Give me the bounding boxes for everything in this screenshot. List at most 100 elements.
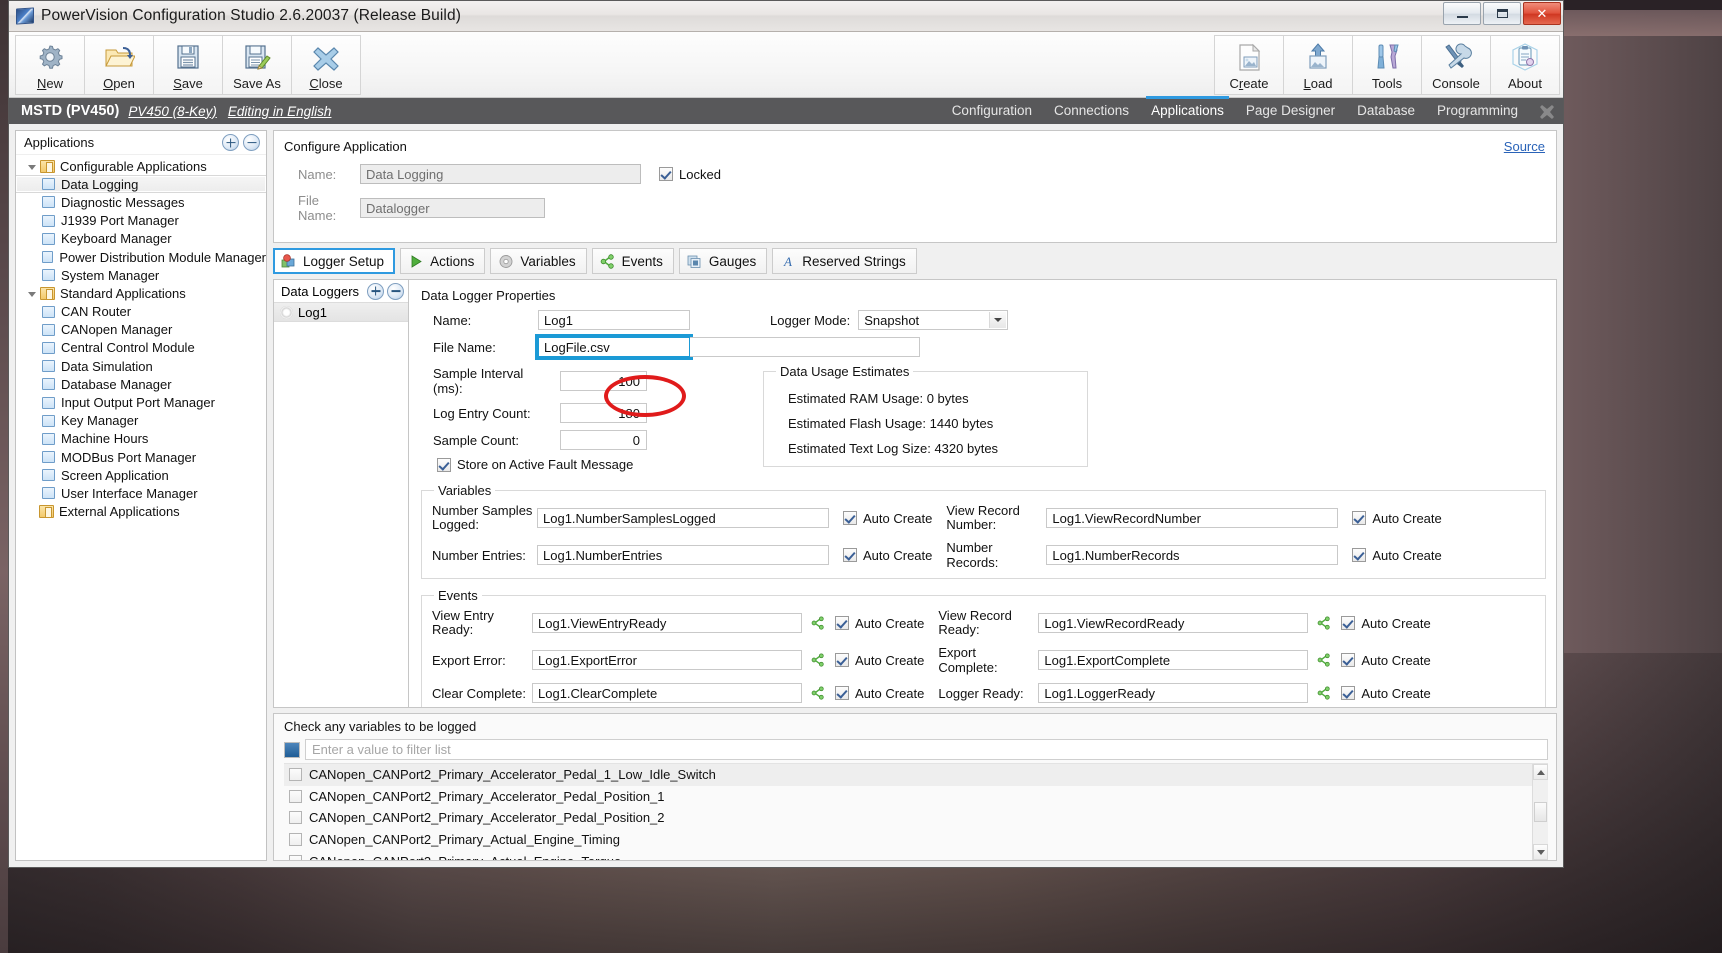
open-button[interactable]: Open	[84, 35, 154, 95]
remove-application-button[interactable]	[243, 134, 260, 151]
logger-list-item-log1[interactable]: Log1	[274, 302, 408, 322]
variable-checkbox[interactable]	[289, 768, 302, 782]
link-node-icon[interactable]	[1317, 616, 1332, 630]
tree-item-central-control-module[interactable]: Central Control Module	[16, 339, 266, 357]
tab-gauges[interactable]: Gauges	[678, 248, 768, 274]
nav-item-connections[interactable]: Connections	[1053, 100, 1130, 122]
nav-item-applications[interactable]: Applications	[1146, 96, 1229, 122]
number-records-auto-create-checkbox[interactable]	[1352, 548, 1367, 563]
chevron-down-icon[interactable]	[989, 312, 1007, 328]
export-error-auto-create-checkbox[interactable]	[835, 653, 849, 668]
number-entries-input[interactable]: Log1.NumberEntries	[537, 545, 829, 566]
remove-logger-button[interactable]	[387, 282, 404, 300]
tree-item-system-manager[interactable]: System Manager	[16, 266, 266, 284]
nav-item-database[interactable]: Database	[1356, 100, 1416, 122]
nav-close-icon[interactable]	[1539, 103, 1555, 119]
tree-item-keyboard-manager[interactable]: Keyboard Manager	[16, 230, 266, 248]
add-logger-button[interactable]	[367, 282, 384, 300]
variable-checkbox[interactable]	[289, 789, 302, 803]
logger-file-name-extra-field[interactable]	[690, 337, 920, 357]
locked-checkbox[interactable]	[659, 167, 673, 181]
tree-item-can-router[interactable]: CAN Router	[16, 303, 266, 321]
link-node-icon[interactable]	[1317, 653, 1332, 667]
save-as-button[interactable]: Save As	[222, 35, 292, 95]
store-on-fault-checkbox[interactable]	[437, 457, 451, 472]
new-button[interactable]: New	[15, 35, 85, 95]
source-link[interactable]: Source	[1504, 139, 1545, 154]
nav-item-programming[interactable]: Programming	[1436, 100, 1519, 122]
export-complete-input[interactable]: Log1.ExportComplete	[1038, 650, 1309, 671]
tree-item-database-manager[interactable]: Database Manager	[16, 375, 266, 393]
close-file-button[interactable]: Close	[291, 35, 361, 95]
view-entry-ready-input[interactable]: Log1.ViewEntryReady	[532, 613, 802, 634]
tree-item-key-manager[interactable]: Key Manager	[16, 412, 266, 430]
variable-list-scrollbar[interactable]	[1532, 764, 1548, 860]
tree-item-data-simulation[interactable]: Data Simulation	[16, 357, 266, 375]
load-button[interactable]: Load	[1283, 35, 1353, 95]
log-entry-count-input[interactable]: 180	[560, 403, 647, 423]
logger-file-name-input[interactable]: LogFile.csv	[535, 334, 693, 360]
number-records-input[interactable]: Log1.NumberRecords	[1046, 545, 1339, 566]
list-item[interactable]: CANopen_CANPort2_Primary_Actual_Engine_T…	[284, 829, 1548, 851]
number-entries-auto-create-checkbox[interactable]	[843, 548, 857, 563]
scrollbar-thumb[interactable]	[1534, 802, 1547, 822]
device-model-link[interactable]: PV450 (8-Key)	[128, 104, 217, 119]
tab-actions[interactable]: Actions	[400, 248, 486, 274]
sample-interval-input[interactable]: 100	[560, 371, 647, 391]
logger-ready-input[interactable]: Log1.LoggerReady	[1038, 683, 1309, 704]
list-item[interactable]: CANopen_CANPort2_Primary_Accelerator_Ped…	[284, 786, 1548, 808]
tree-item-input-output-port-manager[interactable]: Input Output Port Manager	[16, 393, 266, 411]
link-node-icon[interactable]	[811, 686, 826, 700]
variable-checkbox[interactable]	[289, 854, 302, 860]
tree-item-canopen-manager[interactable]: CANopen Manager	[16, 321, 266, 339]
create-button[interactable]: Create	[1214, 35, 1284, 95]
add-application-button[interactable]	[222, 134, 239, 151]
tree-item-machine-hours[interactable]: Machine Hours	[16, 430, 266, 448]
list-item[interactable]: CANopen_CANPort2_Primary_Accelerator_Ped…	[284, 764, 1548, 786]
close-button[interactable]: ✕	[1523, 2, 1561, 25]
clear-complete-auto-create-checkbox[interactable]	[835, 686, 849, 701]
tree-item-power-distribution-module-manager[interactable]: Power Distribution Module Manager	[16, 248, 266, 266]
view-record-number-input[interactable]: Log1.ViewRecordNumber	[1046, 508, 1339, 529]
about-button[interactable]: About	[1490, 35, 1560, 95]
tab-events[interactable]: Events	[591, 248, 674, 274]
tab-reserved-strings[interactable]: A Reserved Strings	[772, 248, 917, 274]
logger-mode-select[interactable]: Snapshot	[858, 310, 1009, 330]
tree-item-modbus-port-manager[interactable]: MODBus Port Manager	[16, 448, 266, 466]
number-samples-logged-auto-create-checkbox[interactable]	[843, 511, 857, 526]
view-record-ready-input[interactable]: Log1.ViewRecordReady	[1038, 613, 1309, 634]
clear-complete-input[interactable]: Log1.ClearComplete	[532, 683, 802, 704]
tree-item-diagnostic-messages[interactable]: Diagnostic Messages	[16, 193, 266, 211]
link-node-icon[interactable]	[811, 616, 826, 630]
nav-item-page-designer[interactable]: Page Designer	[1245, 100, 1336, 122]
variable-checkbox[interactable]	[289, 811, 302, 825]
maximize-button[interactable]	[1483, 2, 1521, 25]
sample-count-input[interactable]: 0	[560, 430, 647, 450]
scroll-up-button[interactable]	[1533, 764, 1548, 780]
list-item[interactable]: CANopen_CANPort2_Primary_Accelerator_Ped…	[284, 807, 1548, 829]
variable-filter-input[interactable]: Enter a value to filter list	[305, 739, 1548, 760]
tree-group-external-applications[interactable]: External Applications	[16, 503, 266, 521]
variable-checkbox[interactable]	[289, 833, 302, 847]
link-node-icon[interactable]	[1317, 686, 1332, 700]
tab-variables[interactable]: Variables	[490, 248, 587, 274]
editing-language-link[interactable]: Editing in English	[228, 104, 332, 119]
logger-ready-auto-create-checkbox[interactable]	[1341, 686, 1356, 701]
export-complete-auto-create-checkbox[interactable]	[1341, 653, 1356, 668]
tree-group-standard-applications[interactable]: Standard Applications	[16, 284, 266, 302]
nav-item-configuration[interactable]: Configuration	[951, 100, 1033, 122]
save-button[interactable]: Save	[153, 35, 223, 95]
scroll-down-button[interactable]	[1533, 844, 1548, 860]
tree-item-screen-application[interactable]: Screen Application	[16, 466, 266, 484]
view-record-number-auto-create-checkbox[interactable]	[1352, 511, 1367, 526]
tools-button[interactable]: Tools	[1352, 35, 1422, 95]
tree-item-data-logging[interactable]: Data Logging	[16, 175, 266, 194]
tree-item-j1939-port-manager[interactable]: J1939 Port Manager	[16, 212, 266, 230]
link-node-icon[interactable]	[811, 653, 826, 667]
view-entry-ready-auto-create-checkbox[interactable]	[835, 616, 849, 631]
select-all-checkbox[interactable]	[284, 741, 300, 758]
number-samples-logged-input[interactable]: Log1.NumberSamplesLogged	[537, 508, 829, 529]
export-error-input[interactable]: Log1.ExportError	[532, 650, 802, 671]
tree-item-user-interface-manager[interactable]: User Interface Manager	[16, 484, 266, 502]
minimize-button[interactable]	[1443, 2, 1481, 25]
